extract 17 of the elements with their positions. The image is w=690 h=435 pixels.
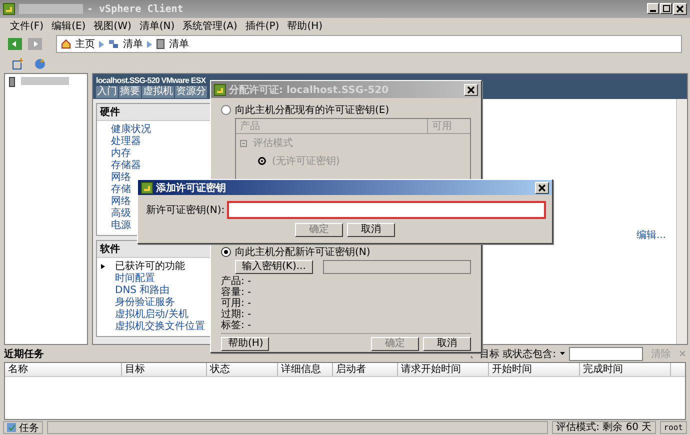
column-header: 可用	[427, 119, 470, 133]
section-title: 近期任务	[4, 348, 45, 360]
detail-line: 过期: -	[221, 309, 252, 320]
host-title: localhost.SSG-520 VMware ESX	[96, 76, 207, 85]
tree-label: 评估模式	[253, 136, 293, 150]
dialog-title: 分配许可证: localhost.SSG-520	[229, 84, 390, 96]
evaluation-status: 评估模式: 剩余 60 天	[552, 421, 656, 434]
user-name: root	[660, 421, 687, 434]
field-label: 新许可证密钥(N):	[145, 204, 225, 217]
dialog-title: 添加许可证密钥	[156, 182, 227, 194]
column-header: 产品	[239, 120, 261, 133]
tree-label: (无许可证密钥)	[272, 154, 340, 168]
detail-line: 容量: -	[221, 287, 252, 298]
detail-line: 产品: -	[221, 276, 252, 287]
detail-line: 标签: -	[221, 320, 252, 331]
detail-line: 可用: -	[221, 298, 252, 309]
window-title: - vSphere Client	[87, 4, 184, 14]
